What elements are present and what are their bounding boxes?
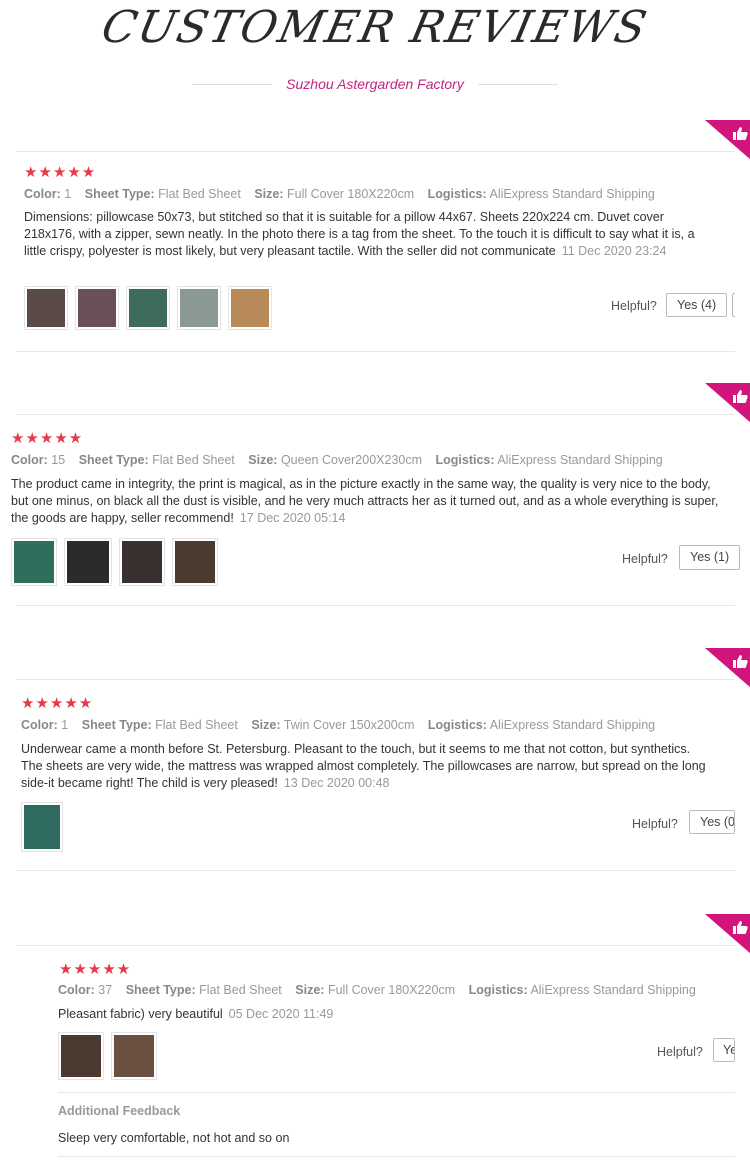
review-meta: Color: 1 Sheet Type: Flat Bed Sheet Size…	[21, 718, 656, 732]
review-text: Underwear came a month before St. Peters…	[21, 742, 706, 790]
review-date: 17 Dec 2020 05:14	[239, 511, 346, 525]
review-photo[interactable]	[58, 1032, 104, 1080]
review-date: 05 Dec 2020 11:49	[228, 1007, 334, 1021]
review-photo[interactable]	[119, 538, 165, 586]
review-photo[interactable]	[64, 538, 112, 586]
review-photo[interactable]	[126, 286, 170, 330]
like-badge[interactable]	[705, 120, 750, 160]
review-photo[interactable]	[75, 286, 119, 330]
helpful-yes-button[interactable]: Yes (4)	[666, 293, 728, 317]
thumbs-up-icon	[733, 921, 748, 934]
thumbs-up-icon	[733, 127, 748, 140]
review-card: ★★★★★ Color: 1 Sheet Type: Flat Bed Shee…	[16, 648, 750, 871]
review-photo[interactable]	[111, 1032, 157, 1080]
store-name: Suzhou Astergarden Factory	[286, 76, 464, 92]
additional-feedback-text: Sleep very comfortable, not hot and so o…	[58, 1131, 290, 1145]
review-date: 13 Dec 2020 00:48	[283, 776, 390, 790]
like-badge[interactable]	[705, 648, 750, 688]
helpful-label: Helpful?	[632, 817, 678, 831]
star-rating: ★★★★★	[24, 164, 97, 181]
like-badge[interactable]	[705, 383, 750, 423]
divider	[192, 83, 273, 85]
subtitle-row: Suzhou Astergarden Factory	[0, 74, 750, 94]
review-date: 11 Dec 2020 23:24	[561, 244, 667, 258]
review-meta: Color: 15 Sheet Type: Flat Bed Sheet Siz…	[11, 453, 663, 467]
helpful-no-button[interactable]	[732, 293, 735, 317]
divider	[477, 83, 558, 85]
thumbs-up-icon	[733, 655, 748, 668]
review-photo[interactable]	[21, 802, 63, 852]
page-title: CUSTOMER REVIEWS	[97, 2, 653, 53]
thumbs-up-icon	[733, 390, 748, 403]
review-card: ★★★★★ Color: 1 Sheet Type: Flat Bed Shee…	[16, 120, 750, 352]
review-photos	[58, 1032, 157, 1080]
review-photo[interactable]	[177, 286, 221, 330]
review-meta: Color: 37 Sheet Type: Flat Bed Sheet Siz…	[58, 983, 696, 997]
helpful-label: Helpful?	[657, 1045, 703, 1059]
helpful-yes-button[interactable]: Yes	[713, 1038, 735, 1062]
review-photo[interactable]	[24, 286, 68, 330]
review-meta: Color: 1 Sheet Type: Flat Bed Sheet Size…	[24, 187, 655, 201]
star-rating: ★★★★★	[21, 695, 94, 712]
review-photos	[11, 538, 218, 586]
review-photos	[24, 286, 272, 330]
helpful-label: Helpful?	[611, 299, 657, 313]
star-rating: ★★★★★	[11, 430, 84, 447]
star-rating: ★★★★★	[59, 961, 132, 978]
review-photo[interactable]	[172, 538, 218, 586]
review-photo[interactable]	[228, 286, 272, 330]
review-card: ★★★★★ Color: 15 Sheet Type: Flat Bed She…	[11, 383, 750, 606]
review-photo[interactable]	[11, 538, 57, 586]
helpful-label: Helpful?	[622, 552, 668, 566]
review-text: Pleasant fabric) very beautiful 05 Dec 20…	[58, 1007, 334, 1021]
review-text: Dimensions: pillowcase 50x73, but stitch…	[24, 210, 695, 258]
helpful-yes-button[interactable]: Yes (0)	[689, 810, 735, 834]
helpful-yes-button[interactable]: Yes (1)	[679, 545, 741, 570]
review-photos	[21, 802, 63, 852]
review-card: ★★★★★ Color: 37 Sheet Type: Flat Bed She…	[16, 914, 750, 1157]
additional-feedback-label: Additional Feedback	[58, 1104, 181, 1118]
like-badge[interactable]	[705, 914, 750, 954]
review-text: The product came in integrity, the print…	[11, 477, 719, 525]
